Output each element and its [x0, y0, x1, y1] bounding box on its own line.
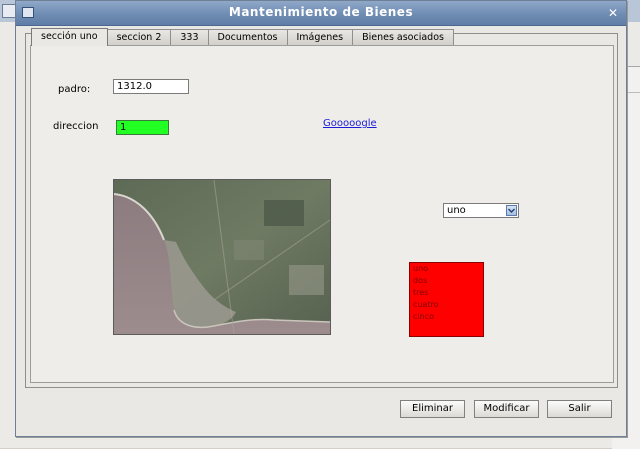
- window-title: Mantenimiento de Bienes: [228, 5, 414, 19]
- background-divider: [628, 92, 640, 93]
- padron-label: padro:: [58, 84, 91, 95]
- tab-documentos[interactable]: Documentos: [207, 29, 288, 45]
- eliminar-button[interactable]: Eliminar: [400, 400, 465, 418]
- direccion-label: direccion: [53, 121, 99, 132]
- tab-333[interactable]: 333: [170, 29, 209, 45]
- tab-seccion-2[interactable]: seccion 2: [106, 29, 172, 45]
- background-window-icon: [2, 4, 16, 18]
- google-link[interactable]: Gooooogle: [323, 118, 377, 129]
- tab-imagenes[interactable]: Imágenes: [286, 29, 354, 45]
- tab-bar: sección uno seccion 2 333 Documentos Imá…: [31, 28, 454, 46]
- tab-seccion-uno[interactable]: sección uno: [31, 28, 108, 46]
- dialog-window: Mantenimiento de Bienes ✕ sección uno se…: [15, 0, 627, 437]
- tab-bienes-asociados[interactable]: Bienes asociados: [352, 29, 454, 45]
- list-item[interactable]: uno: [410, 263, 483, 275]
- chevron-down-icon[interactable]: [506, 205, 517, 216]
- modificar-button[interactable]: Modificar: [474, 400, 539, 418]
- padron-field[interactable]: 1312.0: [113, 79, 189, 94]
- items-list[interactable]: uno dos tres cuatro cinco: [409, 262, 484, 337]
- salir-button[interactable]: Salir: [547, 400, 612, 418]
- direccion-field[interactable]: 1: [116, 120, 169, 135]
- aerial-photo: [113, 179, 331, 335]
- aerial-photo-image: [114, 180, 330, 334]
- list-item[interactable]: tres: [410, 287, 483, 299]
- close-icon[interactable]: ✕: [606, 6, 620, 20]
- list-item[interactable]: cinco: [410, 311, 483, 323]
- list-item[interactable]: cuatro: [410, 299, 483, 311]
- list-item[interactable]: dos: [410, 275, 483, 287]
- combo-select[interactable]: uno: [443, 203, 519, 218]
- combo-value: uno: [447, 205, 466, 216]
- tab-content-panel: padro: 1312.0 direccion 1 Gooooogle uno …: [30, 45, 614, 383]
- chevron-down-icon-glyph: [508, 208, 515, 213]
- title-bar[interactable]: Mantenimiento de Bienes ✕: [16, 1, 626, 26]
